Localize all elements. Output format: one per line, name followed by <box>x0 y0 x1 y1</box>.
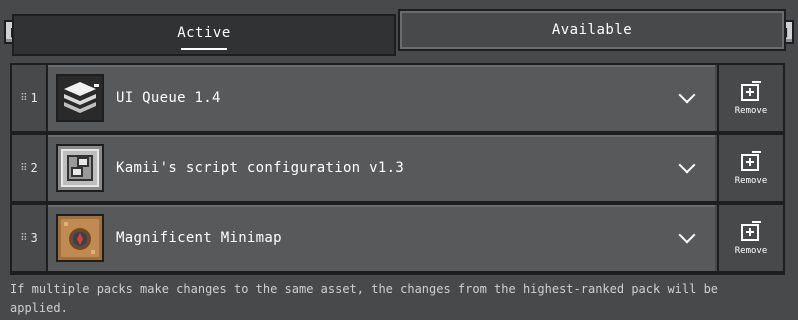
remove-label: Remove <box>734 106 768 116</box>
remove-button[interactable]: Remove <box>717 65 783 131</box>
sliders-config-icon <box>56 144 104 192</box>
pack-rank: 1 <box>30 91 38 105</box>
remove-pack-icon <box>741 151 761 171</box>
remove-button[interactable]: Remove <box>717 135 783 201</box>
pack-rank: 3 <box>30 231 38 245</box>
grip-dots-icon: ⠿ <box>20 92 28 104</box>
remove-label: Remove <box>734 246 768 256</box>
tab-active-label: Active <box>177 24 231 41</box>
tab-selected-underline <box>181 47 227 50</box>
drag-handle[interactable]: ⠿ 2 <box>12 135 48 201</box>
drag-handle[interactable]: ⠿ 1 <box>12 65 48 131</box>
pack-rank: 2 <box>30 161 38 175</box>
pack-expand-toggle[interactable]: UI Queue 1.4 <box>48 65 715 131</box>
pack-name: Kamii's script configuration v1.3 <box>116 160 405 176</box>
chevron-down-icon <box>678 156 696 174</box>
pack-row: ⠿ 1 UI Queue 1.4 Remove <box>12 65 783 131</box>
drag-handle[interactable]: ⠿ 3 <box>12 205 48 271</box>
tab-active[interactable]: Active <box>12 14 396 56</box>
active-packs-list: ⠿ 1 UI Queue 1.4 Remove ⠿ 2 Kamii's scri… <box>10 63 785 275</box>
pack-name: UI Queue 1.4 <box>116 90 221 106</box>
pack-row: ⠿ 2 Kamii's script configuration v1.3 Re… <box>12 135 783 201</box>
remove-button[interactable]: Remove <box>717 205 783 271</box>
stacked-layers-icon <box>56 74 104 122</box>
grip-dots-icon: ⠿ <box>20 232 28 244</box>
pack-row: ⠿ 3 Magnificent Minimap Remove <box>12 205 783 271</box>
remove-pack-icon <box>741 221 761 241</box>
pack-expand-toggle[interactable]: Kamii's script configuration v1.3 <box>48 135 715 201</box>
chevron-down-icon <box>678 226 696 244</box>
remove-label: Remove <box>734 176 768 186</box>
chevron-down-icon <box>678 86 696 104</box>
tab-available[interactable]: Available <box>398 9 786 51</box>
pack-name: Magnificent Minimap <box>116 230 282 246</box>
tab-available-label: Available <box>551 22 633 38</box>
grip-dots-icon: ⠿ <box>20 162 28 174</box>
minimap-compass-icon <box>56 214 104 262</box>
priority-hint-text: If multiple packs make changes to the sa… <box>10 282 719 315</box>
pack-expand-toggle[interactable]: Magnificent Minimap <box>48 205 715 271</box>
resource-packs-screen: [ ] Active Available ⠿ 1 <box>0 0 798 320</box>
remove-pack-icon <box>741 81 761 101</box>
